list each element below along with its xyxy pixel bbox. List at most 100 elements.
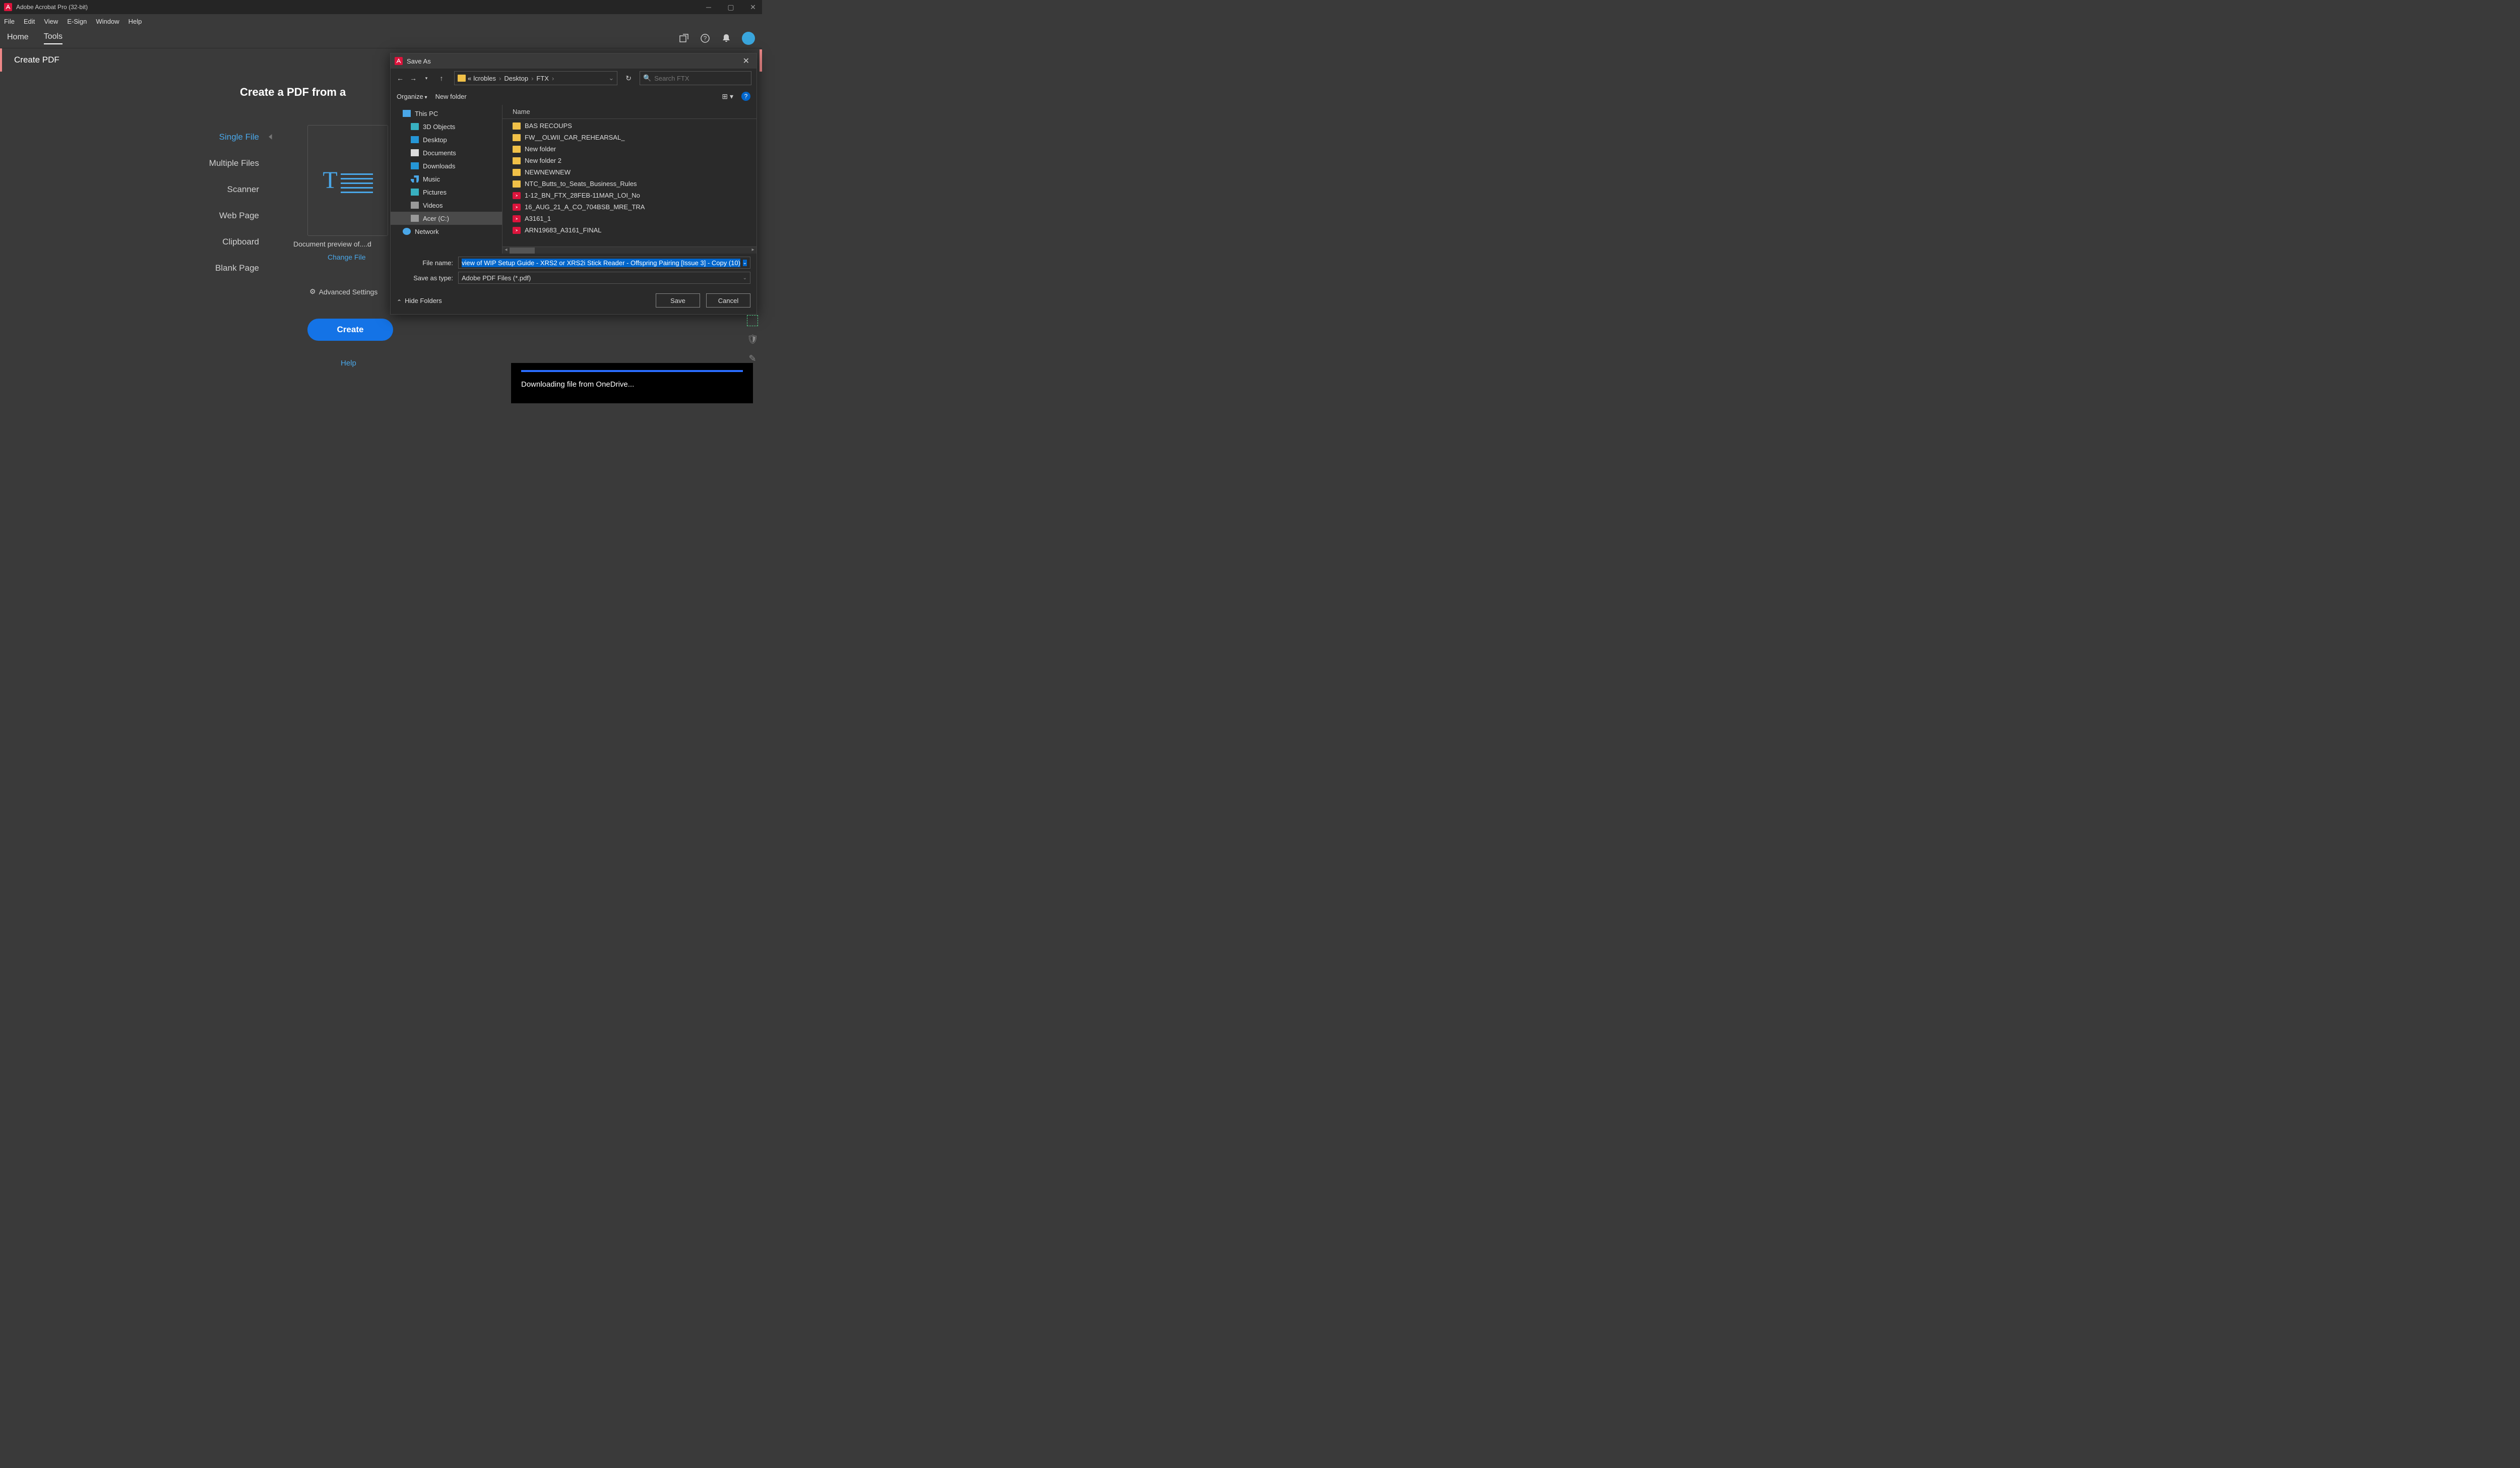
file-item[interactable]: 16_AUG_21_A_CO_704BSB_MRE_TRA — [502, 201, 757, 213]
menu-view[interactable]: View — [44, 18, 58, 25]
savetype-select[interactable]: Adobe PDF Files (*.pdf) ⌄ — [458, 272, 750, 284]
preview-box[interactable]: T — [307, 125, 388, 236]
menu-help[interactable]: Help — [129, 18, 142, 25]
source-scanner[interactable]: Scanner — [196, 185, 259, 195]
breadcrumb-item[interactable]: lcrobles — [473, 75, 496, 82]
help-icon[interactable]: ? — [700, 33, 711, 44]
advanced-settings-label: Advanced Settings — [319, 288, 378, 296]
dialog-close-button[interactable]: ✕ — [740, 56, 752, 66]
search-box[interactable]: 🔍 — [640, 71, 751, 85]
file-item[interactable]: NEWNEWNEW — [502, 166, 757, 178]
file-item[interactable]: New folder — [502, 143, 757, 155]
file-item[interactable]: 1-12_BN_FTX_28FEB-11MAR_LOI_No — [502, 190, 757, 201]
breadcrumb-item[interactable]: FTX — [536, 75, 549, 82]
bell-icon[interactable] — [721, 33, 732, 44]
net-icon — [403, 228, 411, 235]
3d-icon — [411, 123, 419, 130]
file-item[interactable]: A3161_1 — [502, 213, 757, 224]
save-button[interactable]: Save — [656, 293, 700, 308]
source-web-page[interactable]: Web Page — [196, 211, 259, 221]
tree-item[interactable]: Acer (C:) — [391, 212, 502, 225]
menu-window[interactable]: Window — [96, 18, 119, 25]
folder-icon — [513, 134, 521, 141]
dialog-title: Save As — [407, 57, 431, 65]
advanced-settings-button[interactable]: Advanced Settings — [309, 287, 377, 296]
file-item[interactable]: New folder 2 — [502, 155, 757, 166]
tab-home[interactable]: Home — [7, 33, 29, 44]
dialog-help-button[interactable]: ? — [741, 92, 750, 101]
file-name: NEWNEWNEW — [525, 168, 571, 176]
file-item[interactable]: BAS RECOUPS — [502, 120, 757, 132]
dropdown-icon[interactable]: ⌄ — [743, 275, 747, 281]
tree-item[interactable]: Music — [391, 172, 502, 186]
tree-item[interactable]: Desktop — [391, 133, 502, 146]
menu-edit[interactable]: Edit — [24, 18, 35, 25]
maximize-button[interactable]: ▢ — [726, 3, 736, 12]
file-item[interactable]: ARN19683_A3161_FINAL — [502, 224, 757, 236]
source-blank-page[interactable]: Blank Page — [196, 263, 259, 273]
address-dropdown[interactable]: ⌄ — [608, 74, 614, 82]
scroll-left[interactable]: ◂ — [502, 247, 510, 253]
tree-item[interactable]: This PC — [391, 107, 502, 120]
search-input[interactable] — [654, 75, 748, 82]
refresh-button[interactable]: ↻ — [625, 74, 632, 83]
help-link[interactable]: Help — [341, 359, 356, 368]
source-single-file[interactable]: Single File — [196, 132, 259, 142]
scroll-thumb[interactable] — [510, 248, 535, 254]
dialog-fields: File name: view of WIP Setup Guide - XRS… — [391, 254, 757, 287]
pc-icon — [403, 110, 411, 117]
tree-item[interactable]: Pictures — [391, 186, 502, 199]
forward-button[interactable]: → — [409, 74, 418, 82]
breadcrumb-item[interactable]: Desktop — [504, 75, 528, 82]
selection-icon[interactable] — [747, 315, 758, 326]
shield-icon[interactable]: 🛡 — [747, 334, 758, 345]
share-icon[interactable] — [678, 33, 689, 44]
view-options-button[interactable]: ⊞ ▾ — [722, 92, 733, 101]
file-name: 16_AUG_21_A_CO_704BSB_MRE_TRA — [525, 203, 645, 211]
cancel-button[interactable]: Cancel — [706, 293, 750, 308]
tree-item-label: This PC — [415, 110, 438, 117]
organize-button[interactable]: Organize — [397, 93, 427, 100]
hide-folders-label: Hide Folders — [405, 297, 442, 304]
filename-input[interactable]: view of WIP Setup Guide - XRS2 or XRS2i … — [458, 257, 750, 269]
up-button[interactable]: ↑ — [437, 74, 446, 82]
new-folder-button[interactable]: New folder — [435, 93, 467, 100]
tab-tools[interactable]: Tools — [44, 32, 62, 44]
svg-text:?: ? — [704, 35, 707, 42]
address-bar[interactable]: « lcrobles › Desktop › FTX › ⌄ — [454, 71, 617, 85]
avatar[interactable] — [742, 32, 755, 45]
recent-button[interactable]: ▾ — [422, 76, 431, 81]
tree-item[interactable]: Videos — [391, 199, 502, 212]
tree-item[interactable]: Network — [391, 225, 502, 238]
tree-item[interactable]: 3D Objects — [391, 120, 502, 133]
file-item[interactable]: NTC_Butts_to_Seats_Business_Rules — [502, 178, 757, 190]
titlebar: Adobe Acrobat Pro (32-bit) ─ ▢ ✕ — [0, 0, 762, 14]
doc-icon — [411, 149, 419, 156]
file-name: 1-12_BN_FTX_28FEB-11MAR_LOI_No — [525, 192, 640, 199]
create-button[interactable]: Create — [307, 319, 393, 341]
minimize-button[interactable]: ─ — [704, 3, 714, 12]
menu-file[interactable]: File — [4, 18, 15, 25]
file-item[interactable]: FW__OLWII_CAR_REHEARSAL_ — [502, 132, 757, 143]
file-name: BAS RECOUPS — [525, 122, 572, 130]
dropdown-icon[interactable]: ⌄ — [743, 260, 747, 266]
menu-esign[interactable]: E-Sign — [67, 18, 87, 25]
scroll-right[interactable]: ▸ — [749, 247, 757, 253]
back-button[interactable]: ← — [396, 74, 405, 82]
source-clipboard[interactable]: Clipboard — [196, 237, 259, 247]
column-header-name[interactable]: Name — [502, 105, 757, 119]
change-file-link[interactable]: Change File — [328, 253, 366, 261]
tree-item[interactable]: Downloads — [391, 159, 502, 172]
search-icon: 🔍 — [643, 74, 651, 82]
dl-icon — [411, 162, 419, 169]
horizontal-scrollbar[interactable]: ◂ ▸ — [502, 247, 757, 254]
close-button[interactable]: ✕ — [748, 3, 758, 12]
file-name: FW__OLWII_CAR_REHEARSAL_ — [525, 134, 624, 141]
source-multiple-files[interactable]: Multiple Files — [196, 158, 259, 168]
folder-icon — [513, 169, 521, 176]
tree-item[interactable]: Documents — [391, 146, 502, 159]
pdf-icon — [513, 227, 521, 234]
hide-folders-button[interactable]: Hide Folders — [397, 297, 442, 304]
file-name: A3161_1 — [525, 215, 551, 222]
toast-text: Downloading file from OneDrive... — [521, 380, 743, 389]
